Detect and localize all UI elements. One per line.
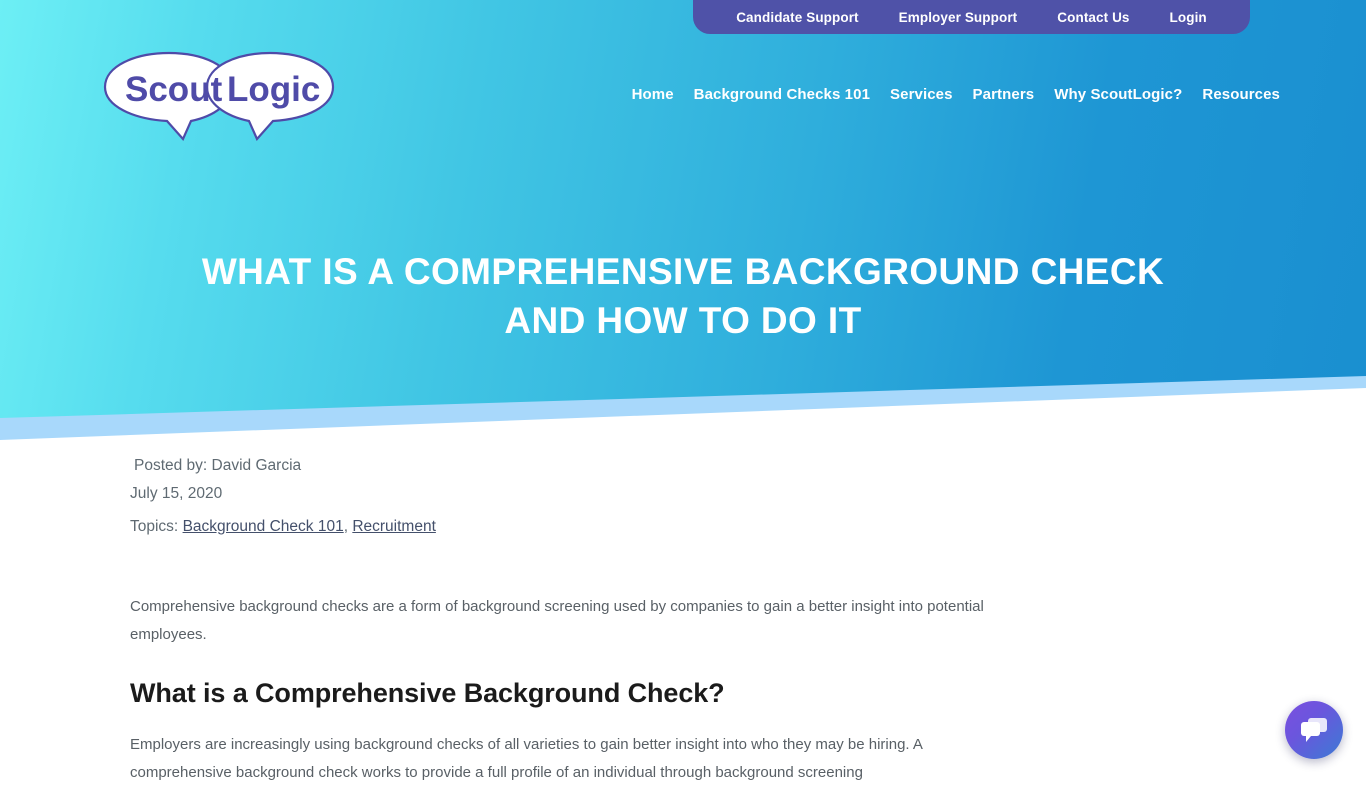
topic-link-recruitment[interactable]: Recruitment bbox=[352, 518, 436, 535]
article-second-paragraph: Employers are increasingly using backgro… bbox=[130, 731, 1010, 787]
nav-link-why-scoutlogic[interactable]: Why ScoutLogic? bbox=[1044, 86, 1192, 103]
chat-widget-button[interactable] bbox=[1285, 701, 1343, 759]
nav-link-background-checks-101[interactable]: Background Checks 101 bbox=[684, 86, 880, 103]
main-navigation: Home Background Checks 101 Services Part… bbox=[600, 82, 1290, 106]
page-title: WHAT IS A COMPREHENSIVE BACKGROUND CHECK… bbox=[0, 247, 1366, 345]
page-title-line-2: AND HOW TO DO IT bbox=[504, 300, 861, 341]
logo-text-scout: Scout bbox=[125, 70, 223, 109]
article-author: Posted by: David Garcia bbox=[130, 452, 1130, 480]
logo-text-logic: Logic bbox=[227, 70, 320, 109]
site-logo[interactable]: Scout Logic bbox=[97, 49, 339, 141]
article-date: July 15, 2020 bbox=[130, 480, 1130, 508]
nav-link-partners[interactable]: Partners bbox=[963, 86, 1045, 103]
utility-link-login[interactable]: Login bbox=[1150, 10, 1227, 25]
article-intro-paragraph: Comprehensive background checks are a fo… bbox=[130, 593, 990, 649]
utility-link-employer-support[interactable]: Employer Support bbox=[879, 10, 1038, 25]
nav-link-resources[interactable]: Resources bbox=[1192, 86, 1290, 103]
article-section-heading: What is a Comprehensive Background Check… bbox=[130, 678, 1130, 709]
article-topics: Topics: Background Check 101, Recruitmen… bbox=[130, 513, 1130, 541]
topics-label: Topics: bbox=[130, 518, 178, 535]
topic-link-background-check-101[interactable]: Background Check 101 bbox=[183, 518, 344, 535]
nav-link-services[interactable]: Services bbox=[880, 86, 963, 103]
nav-link-home[interactable]: Home bbox=[622, 86, 684, 103]
utility-bar: Candidate Support Employer Support Conta… bbox=[693, 0, 1250, 34]
utility-link-contact-us[interactable]: Contact Us bbox=[1037, 10, 1149, 25]
utility-link-candidate-support[interactable]: Candidate Support bbox=[716, 10, 878, 25]
page-title-line-1: WHAT IS A COMPREHENSIVE BACKGROUND CHECK bbox=[202, 251, 1164, 292]
chat-bubbles-icon bbox=[1299, 716, 1329, 744]
article-content: Posted by: David Garcia July 15, 2020 To… bbox=[130, 452, 1130, 787]
